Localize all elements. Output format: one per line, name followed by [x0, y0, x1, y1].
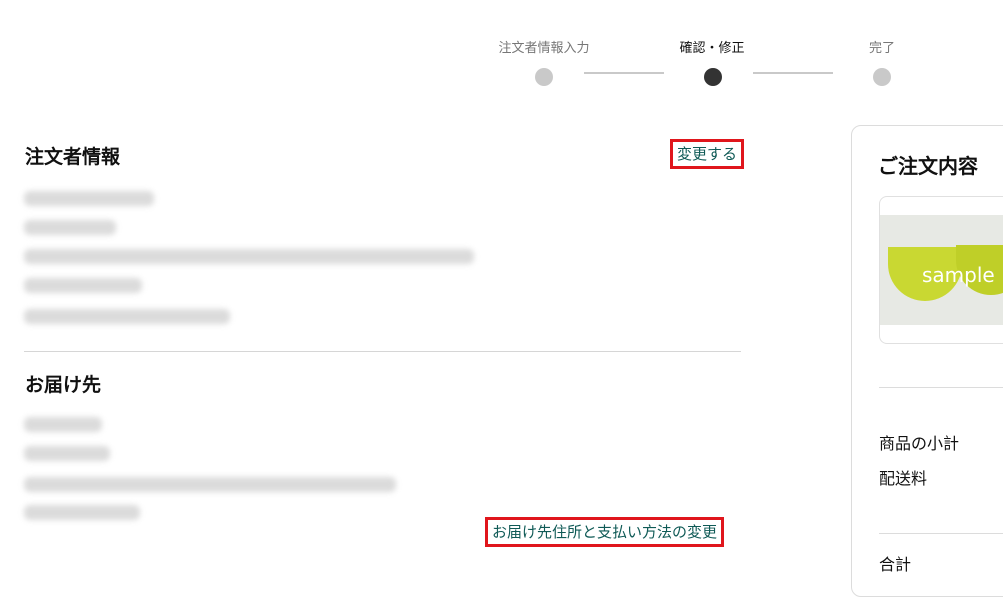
redacted-line	[24, 505, 140, 520]
orderer-change-link[interactable]: 変更する	[670, 139, 745, 169]
step-dot-orderer-input	[535, 68, 553, 86]
redacted-line	[24, 220, 116, 235]
redacted-line	[24, 446, 110, 461]
subtotal-label: 商品の小計	[879, 434, 960, 453]
shipping-label: 配送料	[879, 469, 928, 488]
redacted-line	[24, 309, 230, 324]
summary-divider	[879, 533, 1003, 534]
total-label: 合計	[879, 555, 912, 574]
product-card[interactable]: sample	[879, 196, 1003, 344]
delivery-section-title: お届け先	[25, 374, 102, 396]
step-label-complete: 完了	[868, 41, 895, 56]
section-divider	[24, 351, 741, 352]
step-dot-confirm	[704, 68, 722, 86]
step-connector	[584, 72, 664, 74]
step-label-orderer-input: 注文者情報入力	[498, 41, 590, 56]
order-summary-title: ご注文内容	[878, 154, 978, 178]
orderer-section-title: 注文者情報	[25, 146, 121, 168]
redacted-line	[24, 477, 396, 492]
summary-divider	[879, 387, 1003, 388]
delivery-payment-change-link[interactable]: お届け先住所と支払い方法の変更	[485, 517, 725, 547]
product-image-watermark: sample	[922, 263, 995, 287]
step-dot-complete	[873, 68, 891, 86]
redacted-line	[24, 191, 154, 206]
redacted-line	[24, 249, 474, 264]
step-label-confirm: 確認・修正	[679, 41, 745, 56]
redacted-line	[24, 278, 142, 293]
step-connector	[753, 72, 833, 74]
redacted-line	[24, 417, 102, 432]
product-image: sample	[880, 215, 1003, 325]
